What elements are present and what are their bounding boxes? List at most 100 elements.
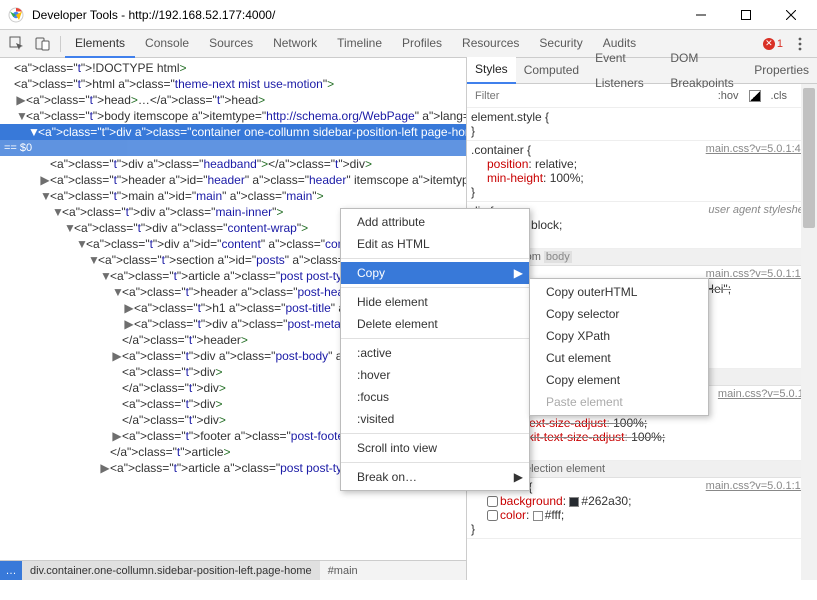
maximize-button[interactable] [723, 1, 768, 29]
prop-toggle[interactable] [487, 510, 498, 521]
menu-item-copy-selector[interactable]: Copy selector [530, 303, 708, 325]
tab-timeline[interactable]: Timeline [327, 30, 392, 58]
menu-item-break-on-[interactable]: Break on…▶ [341, 466, 529, 488]
expand-icon[interactable]: ▼ [40, 188, 50, 204]
breadcrumb-prev[interactable]: … [0, 561, 22, 580]
menu-item-copy[interactable]: Copy▶ [341, 262, 529, 284]
dom-node[interactable]: <a">class="t">div a">class="headband"></… [0, 156, 466, 172]
prop-toggle[interactable] [487, 496, 498, 507]
expand-icon[interactable]: ▼ [112, 284, 122, 300]
rule-source[interactable]: main.css?v=5.0.1:182 [706, 480, 813, 492]
titlebar: Developer Tools - http://192.168.52.177:… [0, 0, 817, 30]
expand-icon[interactable]: ▶ [112, 428, 122, 444]
sidebar-tabs: StylesComputedEvent ListenersDOM Breakpo… [467, 58, 817, 84]
breadcrumb-selected[interactable]: div.container.one-collumn.sidebar-positi… [22, 561, 320, 580]
scrollbar[interactable] [801, 84, 817, 580]
css-declaration[interactable]: background: #262a30; [471, 494, 813, 508]
hov-toggle[interactable]: :hov [714, 90, 743, 102]
menu-separator [341, 462, 529, 463]
rule-source[interactable]: main.css?v=5.0.1:186 [706, 268, 813, 280]
inspect-icon[interactable] [4, 31, 30, 57]
expand-icon[interactable]: ▼ [100, 268, 110, 284]
rule-close: } [471, 185, 813, 199]
context-submenu: Copy outerHTMLCopy selectorCopy XPathCut… [529, 278, 709, 416]
menu-item-cut-element[interactable]: Cut element [530, 347, 708, 369]
minimize-button[interactable] [678, 1, 723, 29]
tab-sources[interactable]: Sources [199, 30, 263, 58]
menu-item-copy-element[interactable]: Copy element [530, 369, 708, 391]
rule-source[interactable]: main.css?v=5.0.1:451 [706, 143, 813, 155]
subtab-computed[interactable]: Computed [516, 58, 587, 83]
menu-item--focus[interactable]: :focus [341, 386, 529, 408]
subtab-styles[interactable]: Styles [467, 57, 516, 84]
selection-hint: == $0 [0, 140, 466, 156]
menu-separator [341, 338, 529, 339]
tab-elements[interactable]: Elements [65, 30, 135, 58]
filter-input[interactable] [471, 88, 708, 104]
chevron-right-icon: ▶ [514, 470, 523, 484]
close-button[interactable] [768, 1, 813, 29]
css-rule[interactable]: element.style {} [467, 108, 817, 141]
rule-close: } [471, 522, 813, 536]
expand-icon[interactable]: ▼ [76, 236, 86, 252]
dom-node[interactable]: ▼<a">class="t">main a">id="main" a">clas… [0, 188, 466, 204]
device-icon[interactable] [30, 31, 56, 57]
chrome-icon [8, 7, 24, 23]
rule-source[interactable]: main.css?v=5.0.1:2 [718, 388, 813, 400]
expand-icon[interactable]: ▶ [40, 172, 50, 188]
dom-node[interactable]: ▶<a">class="t">head>…</a">class="t">head… [0, 92, 466, 108]
rule-selector: element.style { [471, 110, 813, 124]
menu-item-copy-outerhtml[interactable]: Copy outerHTML [530, 281, 708, 303]
cls-toggle[interactable]: .cls [767, 90, 792, 102]
menu-item-scroll-into-view[interactable]: Scroll into view [341, 437, 529, 459]
window-title: Developer Tools - http://192.168.52.177:… [32, 8, 678, 22]
tab-network[interactable]: Network [263, 30, 327, 58]
color-swatch[interactable] [533, 511, 543, 521]
expand-icon[interactable]: ▼ [52, 204, 62, 220]
css-declaration[interactable]: position: relative; [471, 157, 813, 171]
dom-node[interactable]: <a">class="t">!DOCTYPE html> [0, 60, 466, 76]
breadcrumb-item[interactable]: #main [320, 561, 366, 580]
kebab-icon[interactable] [791, 35, 809, 53]
menu-item-paste-element: Paste element [530, 391, 708, 413]
tab-resources[interactable]: Resources [452, 30, 529, 58]
css-rule[interactable]: main.css?v=5.0.1:451.container {position… [467, 141, 817, 202]
expand-icon[interactable]: ▼ [16, 108, 26, 124]
expand-icon[interactable]: ▶ [112, 348, 122, 364]
menu-item-delete-element[interactable]: Delete element [341, 313, 529, 335]
tab-console[interactable]: Console [135, 30, 199, 58]
panel-tabs: ElementsConsoleSourcesNetworkTimelinePro… [65, 30, 646, 58]
menu-separator [341, 258, 529, 259]
dom-node-selected[interactable]: ▼<a">class="t">div a">class="container o… [0, 124, 466, 140]
tab-security[interactable]: Security [529, 30, 592, 58]
error-count[interactable]: ✕1 [763, 38, 783, 50]
dom-node[interactable]: ▼<a">class="t">body itemscope a">itemtyp… [0, 108, 466, 124]
scrollbar-thumb[interactable] [803, 88, 815, 228]
expand-icon[interactable]: ▼ [88, 252, 98, 268]
tab-profiles[interactable]: Profiles [392, 30, 452, 58]
color-swatch[interactable] [569, 497, 579, 507]
menu-item--active[interactable]: :active [341, 342, 529, 364]
expand-icon[interactable]: ▼ [64, 220, 74, 236]
menu-item-hide-element[interactable]: Hide element [341, 291, 529, 313]
separator [60, 36, 61, 52]
menu-separator [341, 287, 529, 288]
elements-panel: <a">class="t">!DOCTYPE html><a">class="t… [0, 58, 467, 580]
expand-icon[interactable]: ▶ [124, 316, 134, 332]
subtab-properties[interactable]: Properties [746, 58, 817, 83]
menu-item-add-attribute[interactable]: Add attribute [341, 211, 529, 233]
menu-item-edit-as-html[interactable]: Edit as HTML [341, 233, 529, 255]
styles-filterbar: :hov .cls + [467, 84, 817, 108]
menu-item-copy-xpath[interactable]: Copy XPath [530, 325, 708, 347]
css-declaration[interactable]: min-height: 100%; [471, 171, 813, 185]
swatch-icon[interactable] [749, 90, 761, 102]
expand-icon[interactable]: ▶ [100, 460, 110, 476]
breadcrumb: … div.container.one-collumn.sidebar-posi… [0, 560, 466, 580]
expand-icon[interactable]: ▶ [16, 92, 26, 108]
menu-item--visited[interactable]: :visited [341, 408, 529, 430]
dom-node[interactable]: <a">class="t">html a">class="theme-next … [0, 76, 466, 92]
expand-icon[interactable]: ▶ [124, 300, 134, 316]
dom-node[interactable]: ▶<a">class="t">header a">id="header" a">… [0, 172, 466, 188]
menu-item--hover[interactable]: :hover [341, 364, 529, 386]
css-declaration[interactable]: color: #fff; [471, 508, 813, 522]
